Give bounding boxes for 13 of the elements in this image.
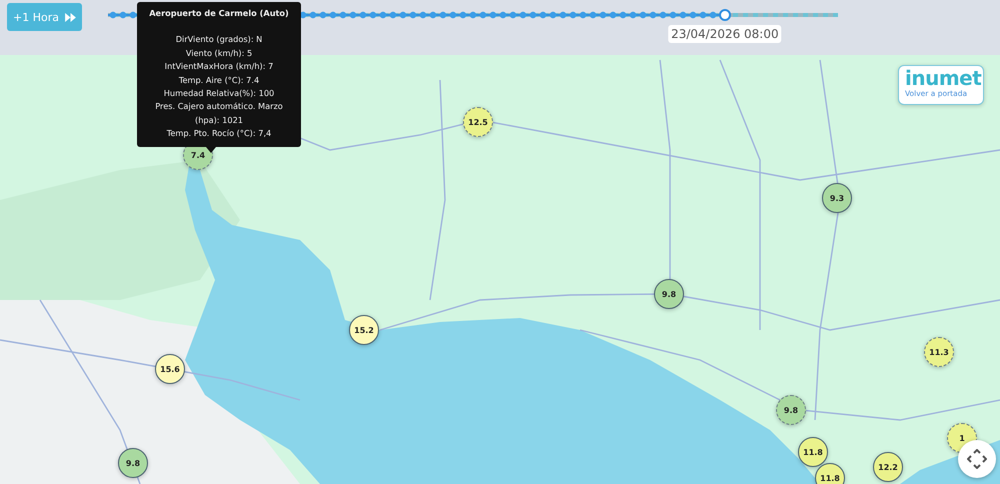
move-arrows-icon — [967, 449, 987, 469]
tooltip-text: DirViento (grados): N — [174, 33, 264, 46]
tooltip-text: IntVientMaxHora (km/h): 7 — [164, 60, 274, 74]
logo-text: inumet — [905, 67, 982, 89]
tooltip-title: Aeropuerto de Carmelo (Auto) — [148, 7, 290, 20]
timeline-handle[interactable] — [718, 9, 731, 21]
current-time-label: 23/04/2026 08:00 — [668, 25, 782, 43]
tooltip-text: Viento (km/h): 5 — [184, 46, 254, 60]
tooltip-text: Pres. Cajero automático. Marzo (hpa): 1021 — [154, 100, 284, 127]
tooltip-text: Temp. Aire (°C): 7.4 — [178, 74, 260, 87]
fast-forward-icon — [64, 12, 76, 22]
tooltip-text: Humedad Relativa(%): 100 — [162, 87, 276, 100]
tooltip-text: Temp. Pto. Rocío (°C): 7,4 — [166, 127, 272, 140]
